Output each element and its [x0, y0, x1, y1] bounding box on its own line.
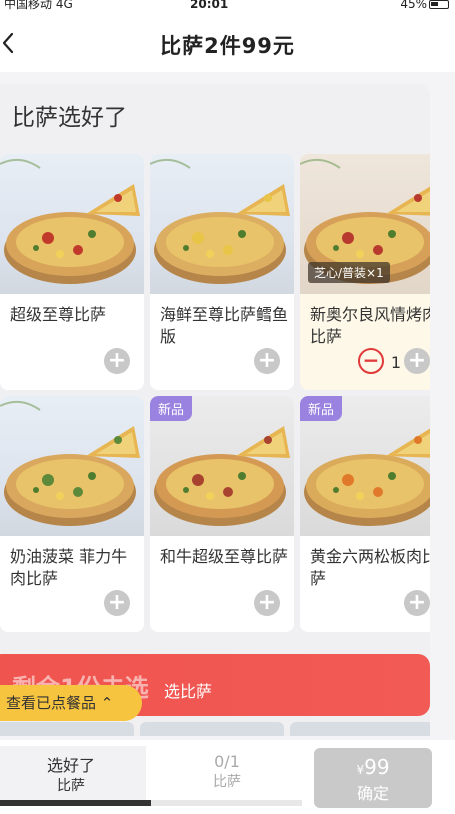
plus-icon[interactable]: +	[404, 348, 430, 374]
step-2-sub: 比萨	[213, 774, 241, 790]
product-card[interactable]: 新品黄金六两松板肉比萨 +	[300, 396, 430, 632]
plus-icon[interactable]: +	[254, 348, 280, 374]
new-badge: 新品	[150, 396, 193, 421]
confirm-button[interactable]: ¥99 确定	[314, 748, 432, 808]
plus-icon[interactable]: +	[254, 590, 280, 616]
product-image	[0, 396, 144, 536]
step-2-title: 0/1	[214, 752, 240, 771]
product-name: 黄金六两松板肉比萨	[310, 547, 430, 588]
confirm-price: 99	[364, 755, 390, 779]
product-grid: 超级至尊比萨 + 海鲜至尊比萨鳕鱼版 + 芝心/普装×1 新奥尔良风情烤肉比萨 −1 + 奶油菠…	[0, 84, 430, 736]
minus-icon[interactable]: −	[358, 348, 384, 374]
product-card[interactable]: 奶油菠菜 菲力牛肉比萨 +	[0, 396, 144, 632]
step-1-sub: 比萨	[57, 778, 85, 794]
quantity-label: 1	[390, 353, 402, 372]
remaining-subtitle: 选比萨	[164, 682, 213, 701]
new-badge: 新品	[300, 396, 343, 421]
status-bar: 中国移动 4G 20:01 45%	[0, 0, 455, 14]
step-progress-fill	[0, 800, 151, 806]
peek-card	[0, 722, 134, 736]
currency-symbol: ¥	[356, 763, 365, 777]
product-card[interactable]: 芝心/普装×1 新奥尔良风情烤肉比萨 −1 +	[300, 154, 430, 390]
confirm-label: 确定	[356, 784, 389, 803]
next-row-peek	[0, 722, 430, 736]
clock: 20:01	[190, 0, 229, 11]
peek-card	[140, 722, 284, 736]
carrier-label: 中国移动 4G	[4, 0, 73, 11]
plus-icon[interactable]: +	[104, 590, 130, 616]
product-panel: 比萨选好了 超级至尊比萨 + 海鲜至尊比萨鳕鱼版 + 芝心/普装×1 新奥尔良风情烤肉比萨…	[0, 84, 430, 736]
product-name: 和牛超级至尊比萨	[160, 547, 289, 566]
plus-icon[interactable]: +	[404, 590, 430, 616]
peek-card	[290, 722, 430, 736]
plus-icon[interactable]: +	[104, 348, 130, 374]
step-1-title: 选好了	[46, 756, 95, 775]
product-name: 新奥尔良风情烤肉比萨	[310, 305, 430, 346]
page-title: 比萨2件99元	[160, 34, 295, 58]
step-progress	[0, 800, 302, 806]
nav-bar: 比萨2件99元	[0, 14, 455, 72]
product-image	[0, 154, 144, 294]
battery-icon	[429, 0, 449, 9]
product-card[interactable]: 新品和牛超级至尊比萨 +	[150, 396, 294, 632]
product-name: 海鲜至尊比萨鳕鱼版	[160, 305, 289, 346]
spec-tag: 芝心/普装×1	[308, 262, 390, 283]
product-card[interactable]: 海鲜至尊比萨鳕鱼版 +	[150, 154, 294, 390]
product-card[interactable]: 超级至尊比萨 +	[0, 154, 144, 390]
view-ordered-button[interactable]: 查看已点餐品 ⌃	[0, 685, 142, 721]
product-name: 奶油菠菜 菲力牛肉比萨	[10, 547, 128, 588]
product-name: 超级至尊比萨	[10, 305, 107, 324]
step-tab-1[interactable]: 选好了 比萨	[0, 746, 146, 802]
step-tab-2[interactable]: 0/1 比萨	[152, 752, 302, 792]
product-image	[150, 154, 294, 294]
battery-percent: 45%	[400, 0, 427, 11]
